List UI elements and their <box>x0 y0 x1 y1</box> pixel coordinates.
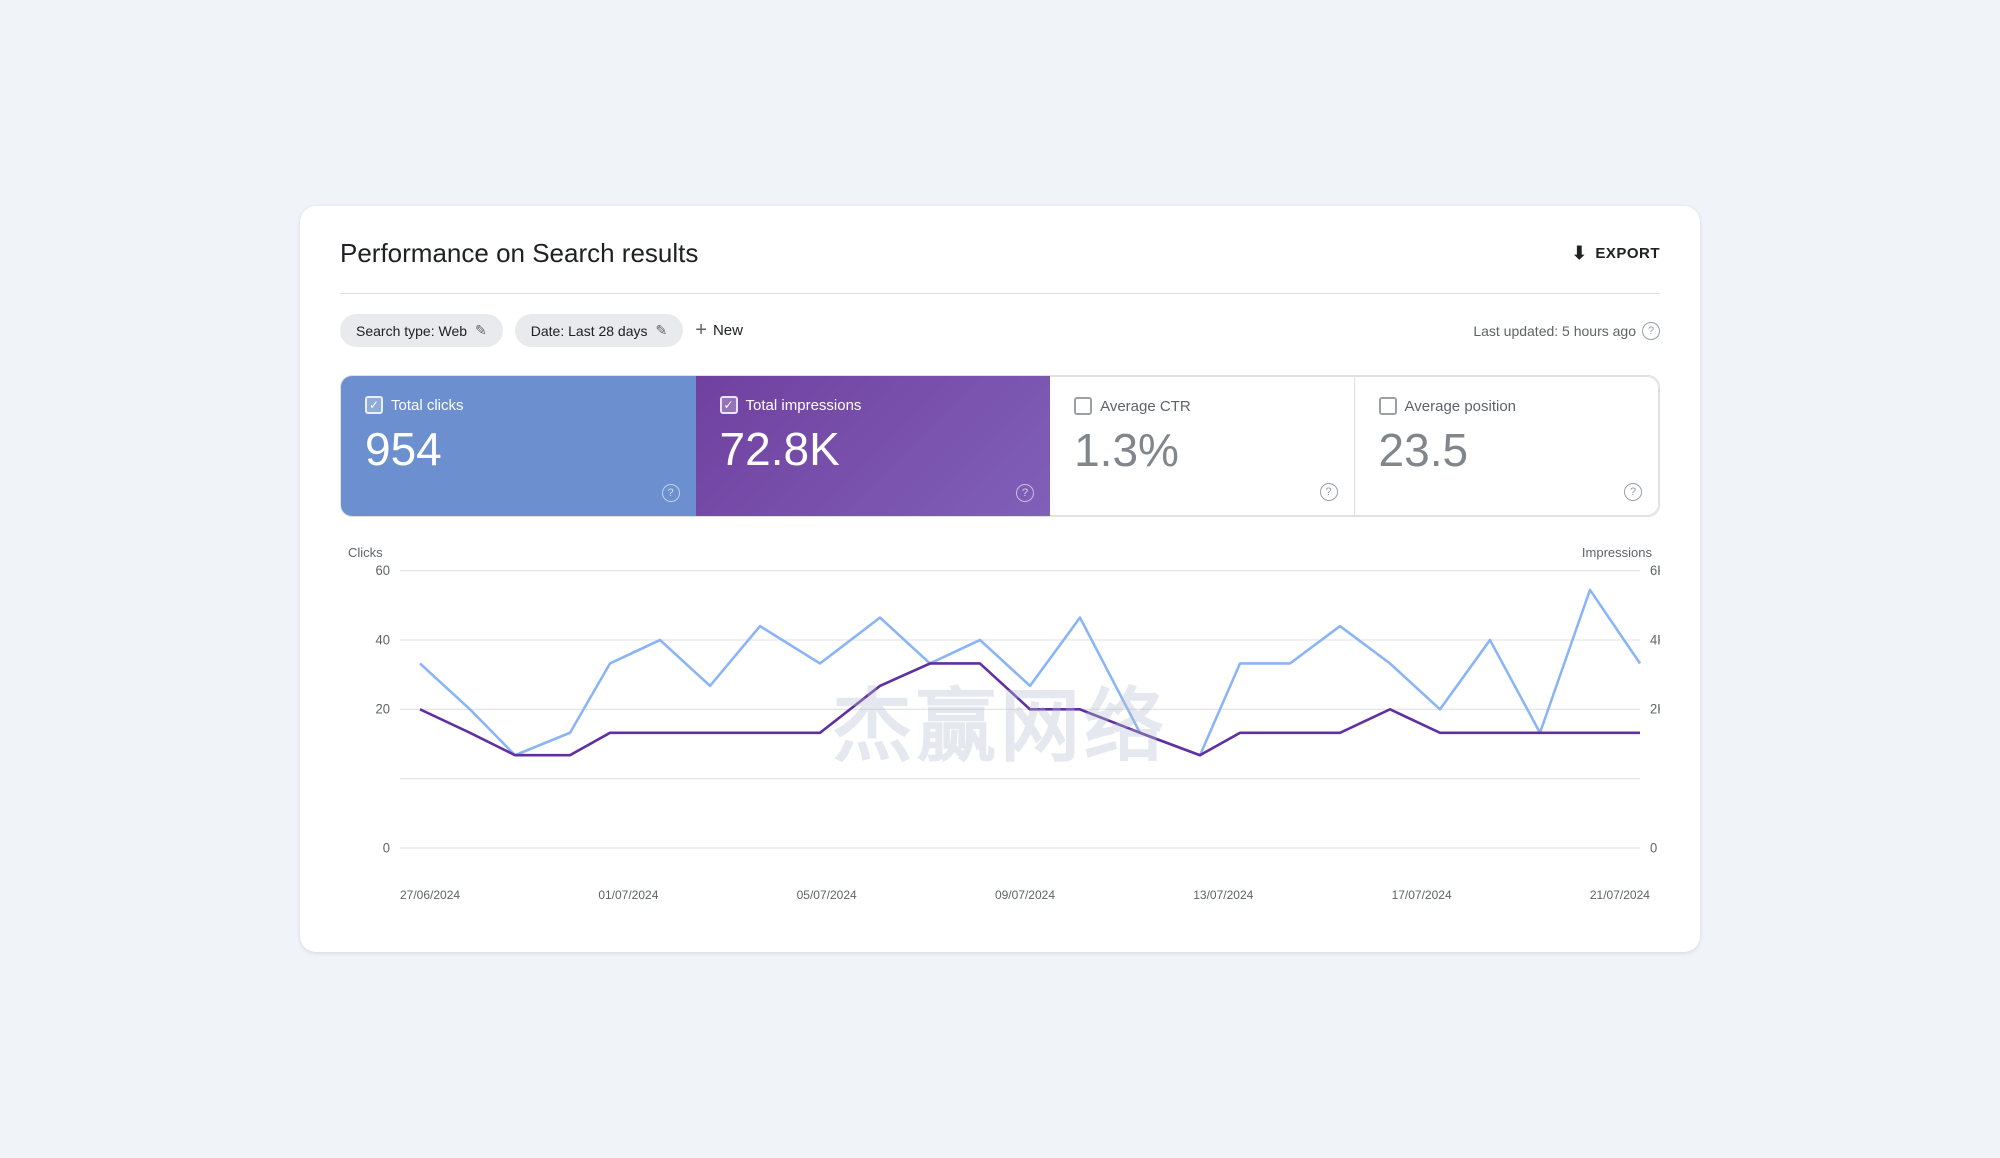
position-label: Average position <box>1405 398 1516 415</box>
x-label-3: 09/07/2024 <box>995 888 1055 902</box>
x-label-2: 05/07/2024 <box>797 888 857 902</box>
x-label-6: 21/07/2024 <box>1590 888 1650 902</box>
x-label-1: 01/07/2024 <box>598 888 658 902</box>
filter-row: Search type: Web ✎ Date: Last 28 days ✎ … <box>340 314 1660 347</box>
svg-text:2K: 2K <box>1650 701 1660 716</box>
last-updated-help-icon[interactable]: ? <box>1642 322 1660 340</box>
x-label-0: 27/06/2024 <box>400 888 460 902</box>
metric-average-ctr[interactable]: Average CTR 1.3% ? <box>1050 376 1354 516</box>
date-filter[interactable]: Date: Last 28 days ✎ <box>515 314 683 347</box>
impressions-value: 72.8K <box>720 426 1027 472</box>
position-value: 23.5 <box>1379 427 1634 473</box>
ctr-label: Average CTR <box>1100 398 1191 415</box>
chart-container: Clicks Impressions 60 40 20 0 6K 4K 2K <box>340 517 1660 912</box>
clicks-help-icon[interactable]: ? <box>662 484 680 502</box>
export-label: EXPORT <box>1595 245 1660 262</box>
export-button[interactable]: ⬇ EXPORT <box>1572 243 1660 264</box>
impressions-label: Total impressions <box>746 397 862 414</box>
impressions-checkbox[interactable]: ✓ <box>720 396 738 414</box>
chart-svg-wrapper: 60 40 20 0 6K 4K 2K 0 杰赢网络 <box>340 560 1660 880</box>
new-label: New <box>713 322 743 339</box>
clicks-value: 954 <box>365 426 672 472</box>
metric-average-position[interactable]: Average position 23.5 ? <box>1355 376 1659 516</box>
plus-icon: + <box>695 319 707 342</box>
x-axis-labels: 27/06/2024 01/07/2024 05/07/2024 09/07/2… <box>340 880 1660 902</box>
header-divider <box>340 293 1660 294</box>
date-label: Date: Last 28 days <box>531 323 648 339</box>
clicks-label: Total clicks <box>391 397 464 414</box>
svg-text:20: 20 <box>376 701 390 716</box>
ctr-value: 1.3% <box>1074 427 1329 473</box>
impressions-label-row: ✓ Total impressions <box>720 396 1027 414</box>
svg-text:4K: 4K <box>1650 632 1660 647</box>
left-axis-label: Clicks <box>340 545 383 560</box>
svg-text:0: 0 <box>1650 840 1657 855</box>
svg-text:6K: 6K <box>1650 563 1660 578</box>
metric-total-impressions[interactable]: ✓ Total impressions 72.8K ? <box>696 376 1051 516</box>
ctr-help-icon[interactable]: ? <box>1320 483 1338 501</box>
search-type-filter[interactable]: Search type: Web ✎ <box>340 314 503 347</box>
svg-text:40: 40 <box>376 632 390 647</box>
right-axis-label: Impressions <box>1582 545 1652 560</box>
last-updated-text: Last updated: 5 hours ago <box>1473 323 1636 339</box>
date-edit-icon: ✎ <box>656 322 668 339</box>
impressions-help-icon[interactable]: ? <box>1016 484 1034 502</box>
impressions-help: ? <box>1016 483 1034 502</box>
clicks-checkbox[interactable]: ✓ <box>365 396 383 414</box>
svg-text:0: 0 <box>383 840 390 855</box>
metric-total-clicks[interactable]: ✓ Total clicks 954 ? <box>341 376 696 516</box>
svg-text:60: 60 <box>376 563 390 578</box>
x-label-5: 17/07/2024 <box>1392 888 1452 902</box>
last-updated: Last updated: 5 hours ago ? <box>1473 322 1660 340</box>
page-title: Performance on Search results <box>340 238 698 269</box>
position-help: ? <box>1624 482 1642 501</box>
position-help-icon[interactable]: ? <box>1624 483 1642 501</box>
position-label-row: Average position <box>1379 397 1634 415</box>
main-card: Performance on Search results ⬇ EXPORT S… <box>300 206 1700 952</box>
ctr-help: ? <box>1320 482 1338 501</box>
new-button[interactable]: + New <box>695 319 743 342</box>
search-type-label: Search type: Web <box>356 323 467 339</box>
position-checkbox[interactable] <box>1379 397 1397 415</box>
metrics-container: ✓ Total clicks 954 ? ✓ Total impressions… <box>340 375 1660 517</box>
x-label-4: 13/07/2024 <box>1193 888 1253 902</box>
ctr-checkbox[interactable] <box>1074 397 1092 415</box>
header-row: Performance on Search results ⬇ EXPORT <box>340 238 1660 269</box>
clicks-help: ? <box>662 483 680 502</box>
ctr-label-row: Average CTR <box>1074 397 1329 415</box>
export-icon: ⬇ <box>1572 243 1588 264</box>
clicks-label-row: ✓ Total clicks <box>365 396 672 414</box>
chart-svg: 60 40 20 0 6K 4K 2K 0 <box>340 560 1660 880</box>
search-type-edit-icon: ✎ <box>475 322 487 339</box>
